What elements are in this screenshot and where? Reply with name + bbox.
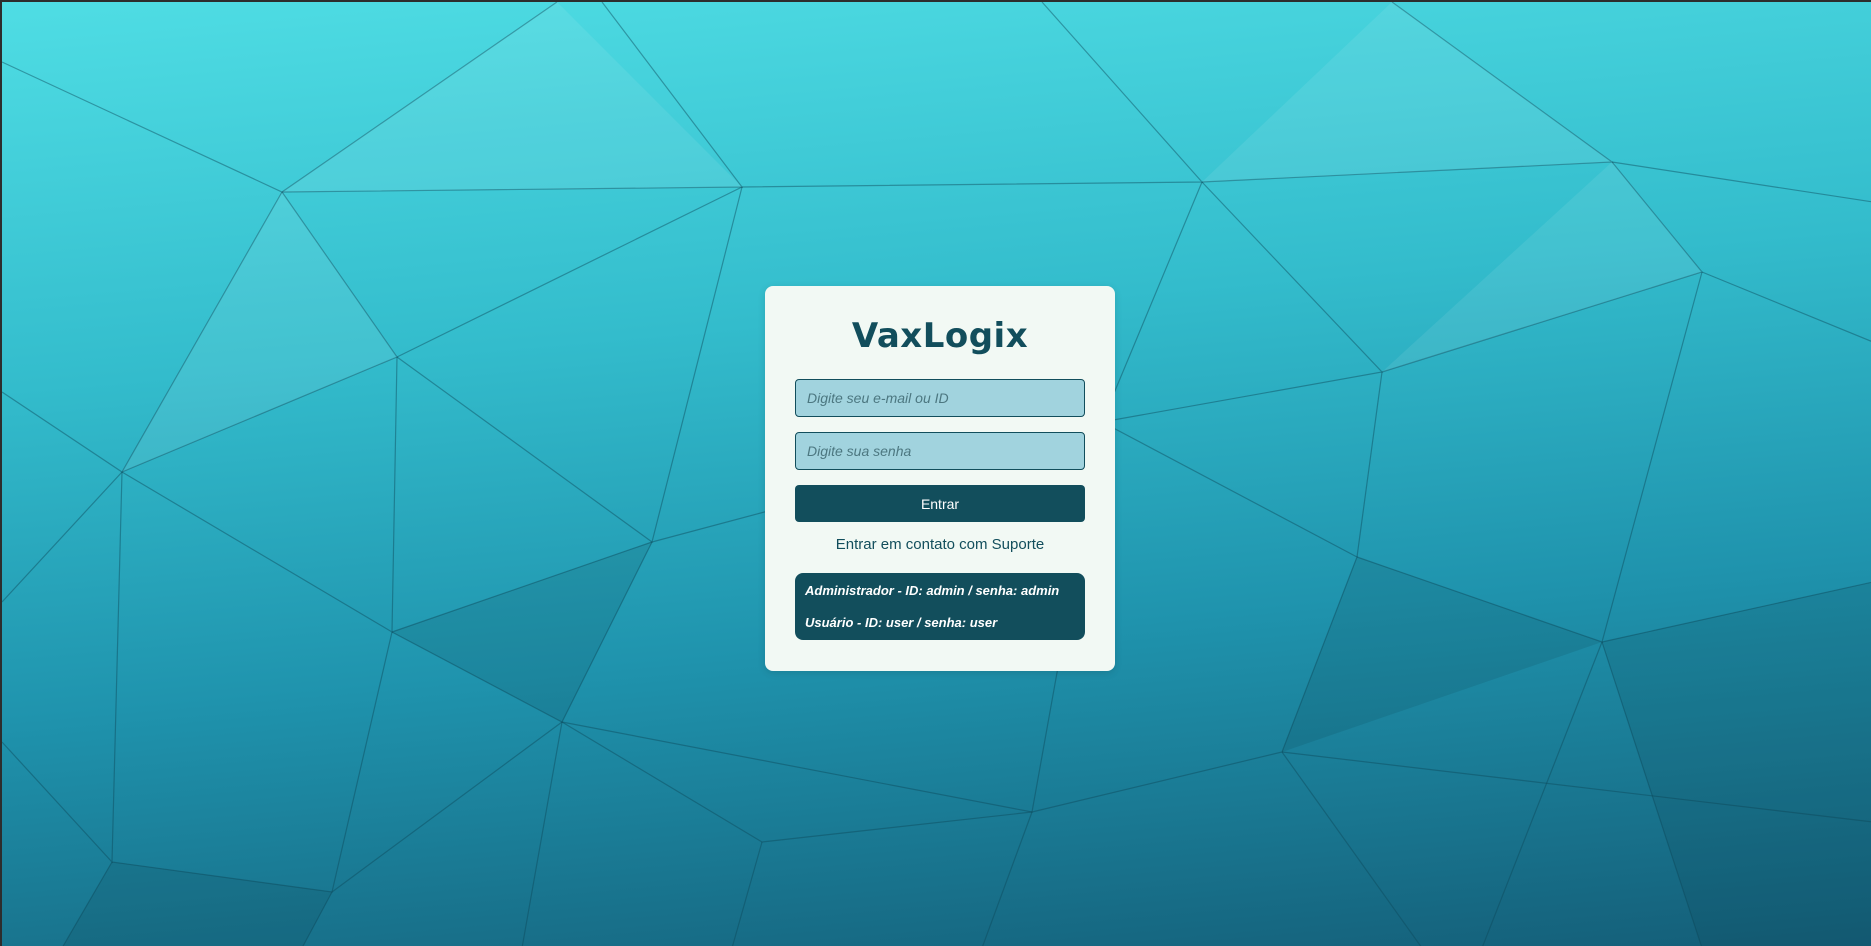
password-input[interactable] (795, 432, 1085, 470)
login-page: VaxLogix Entrar Entrar em contato com Su… (0, 0, 1871, 946)
admin-credentials-text: Administrador - ID: admin / senha: admin (805, 583, 1060, 598)
credentials-hint-box: Administrador - ID: admin / senha: admin… (795, 573, 1085, 640)
email-input[interactable] (795, 379, 1085, 417)
user-credentials-text: Usuário - ID: user / senha: user (805, 615, 998, 630)
login-card: VaxLogix Entrar Entrar em contato com Su… (765, 286, 1115, 671)
brand-title: VaxLogix (851, 316, 1029, 356)
support-link[interactable]: Entrar em contato com Suporte (765, 536, 1115, 553)
login-button[interactable]: Entrar (795, 485, 1085, 522)
